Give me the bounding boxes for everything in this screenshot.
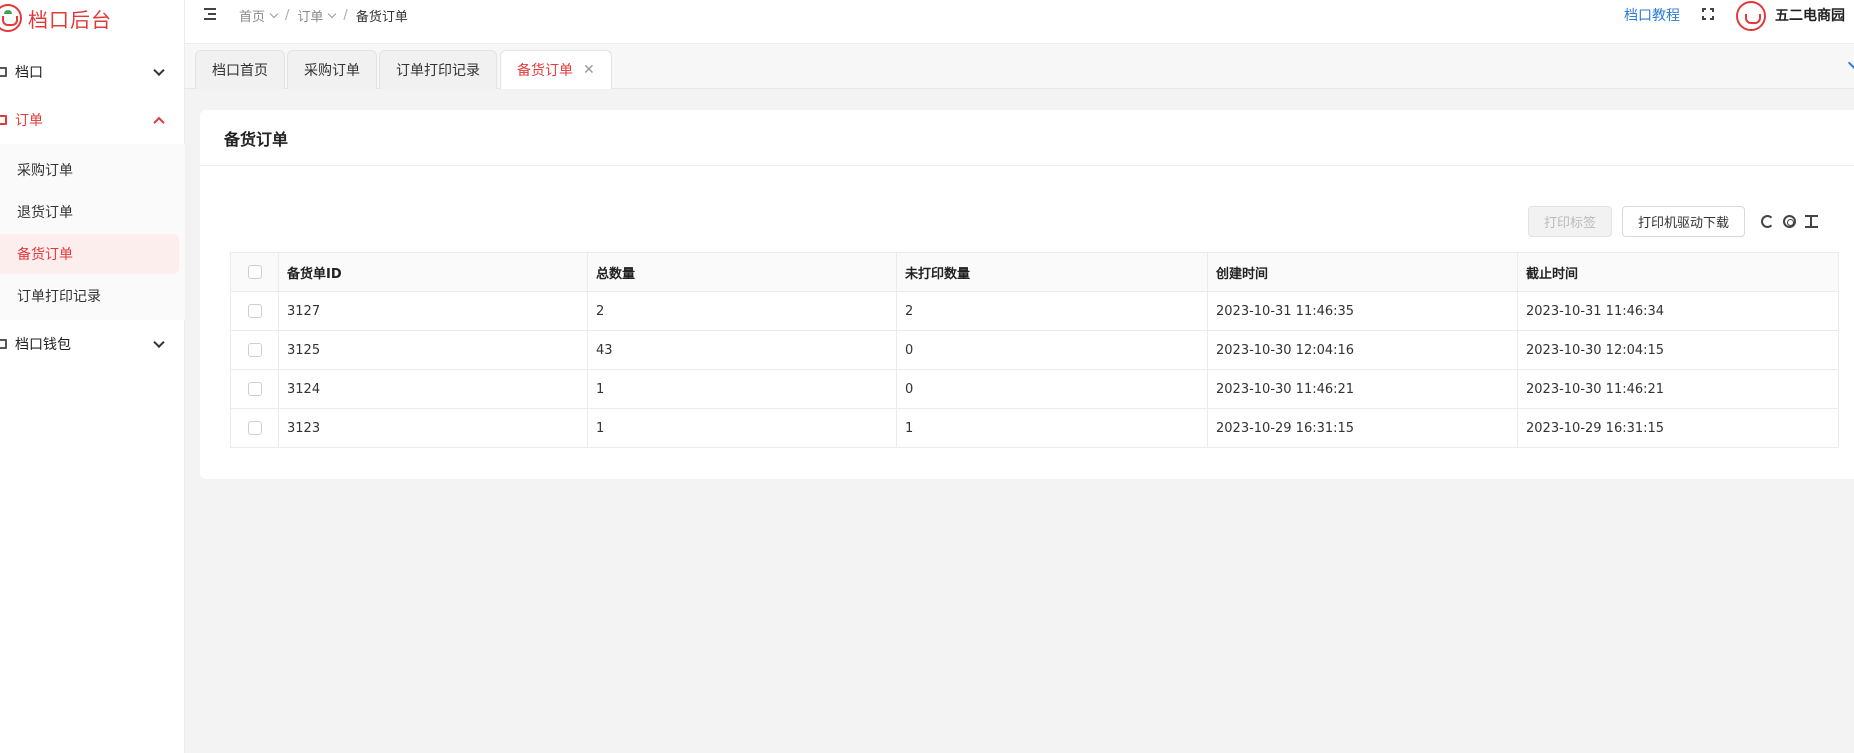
- user-name[interactable]: 五二电商园: [1775, 5, 1845, 25]
- chevron-down-icon: [328, 9, 337, 18]
- table-tool-icons: [1761, 215, 1819, 228]
- column-header-id: 备货单ID: [278, 252, 588, 292]
- settings-gear-icon[interactable]: [1783, 215, 1797, 228]
- fullscreen-icon[interactable]: [1702, 8, 1714, 20]
- breadcrumb-current: 备货订单: [355, 10, 408, 25]
- tab-purchase-orders[interactable]: 采购订单: [287, 50, 377, 89]
- sidebar-group-label: 订单: [15, 113, 43, 129]
- row-select-cell: [230, 330, 279, 370]
- column-header-total: 总数量: [587, 252, 897, 292]
- tabs-more-icon[interactable]: [1847, 55, 1854, 71]
- breadcrumb-separator: /: [285, 8, 290, 23]
- monitor-icon: [0, 339, 7, 349]
- row-checkbox[interactable]: [247, 304, 262, 318]
- sidebar-submenu-orders: 采购订单 退货订单 备货订单 订单打印记录: [0, 144, 185, 320]
- sidebar-group-label: 档口钱包: [15, 337, 71, 353]
- tab-print-records[interactable]: 订单打印记录: [379, 50, 497, 89]
- help-tutorial-link[interactable]: 档口教程: [1624, 5, 1680, 25]
- cell-total: 1: [587, 408, 897, 448]
- cell-total: 1: [587, 369, 897, 409]
- cell-id: 3125: [278, 330, 588, 370]
- logo-icon: [0, 4, 22, 32]
- row-select-cell: [230, 408, 279, 448]
- table-row[interactable]: 3127 2 2 2023-10-31 11:46:35 2023-10-31 …: [230, 291, 1839, 331]
- sidebar-group-orders[interactable]: 订单: [0, 96, 185, 144]
- print-label-button[interactable]: 打印标签: [1528, 206, 1613, 237]
- cell-deadline: 2023-10-30 12:04:15: [1517, 330, 1839, 370]
- chevron-down-icon: [269, 9, 279, 18]
- breadcrumb-label: 首页: [239, 10, 266, 25]
- column-header-unprinted: 未打印数量: [896, 252, 1208, 292]
- cell-id: 3124: [278, 369, 588, 409]
- breadcrumb: 首页 / 订单 / 备货订单: [239, 6, 408, 25]
- app-logo[interactable]: 档口后台: [0, 2, 112, 34]
- app-title: 档口后台: [28, 7, 112, 32]
- sidebar-group-wallet[interactable]: 档口钱包: [0, 320, 185, 368]
- sidebar-group-stall[interactable]: 档口: [0, 48, 185, 96]
- sidebar-item-stock-orders[interactable]: 备货订单: [0, 234, 179, 274]
- stock-orders-table: 备货单ID 总数量 未打印数量 创建时间 截止时间 3127 2 2 2023-…: [230, 252, 1839, 448]
- monitor-icon: [0, 67, 7, 77]
- cell-created: 2023-10-31 11:46:35: [1207, 291, 1518, 331]
- cell-unprinted: 1: [896, 408, 1208, 448]
- row-select-cell: [230, 291, 279, 331]
- cell-created: 2023-10-30 11:46:21: [1207, 369, 1518, 409]
- tab-label: 备货订单: [517, 63, 573, 79]
- cell-deadline: 2023-10-31 11:46:34: [1517, 291, 1839, 331]
- breadcrumb-separator: /: [343, 8, 348, 23]
- sidebar-item-print-records[interactable]: 订单打印记录: [0, 276, 179, 316]
- cell-id: 3123: [278, 408, 588, 448]
- table-toolbar: 打印标签 打印机驱动下载: [1528, 206, 1819, 237]
- cell-unprinted: 0: [896, 330, 1208, 370]
- cell-unprinted: 0: [896, 369, 1208, 409]
- stock-orders-card: 备货订单 打印标签 打印机驱动下载 备货单ID 总数量 未打印数量 创建时间 截…: [200, 110, 1854, 479]
- row-select-cell: [230, 369, 279, 409]
- tab-label: 采购订单: [304, 63, 360, 79]
- chevron-down-icon: [153, 64, 165, 77]
- cell-created: 2023-10-30 12:04:16: [1207, 330, 1518, 370]
- printer-driver-download-button[interactable]: 打印机驱动下载: [1622, 206, 1746, 237]
- column-header-deadline: 截止时间: [1517, 252, 1839, 292]
- table-row[interactable]: 3124 1 0 2023-10-30 11:46:21 2023-10-30 …: [230, 369, 1839, 409]
- table-row[interactable]: 3125 43 0 2023-10-30 12:04:16 2023-10-30…: [230, 330, 1839, 370]
- select-all-checkbox[interactable]: [247, 265, 262, 279]
- cell-unprinted: 2: [896, 291, 1208, 331]
- chevron-up-icon: [153, 116, 165, 129]
- row-checkbox[interactable]: [247, 343, 262, 357]
- table-row[interactable]: 3123 1 1 2023-10-29 16:31:15 2023-10-29 …: [230, 408, 1839, 448]
- select-all-cell: [230, 252, 279, 292]
- cell-total: 43: [587, 330, 897, 370]
- sidebar-group-label: 档口: [15, 65, 43, 81]
- sidebar-item-return-orders[interactable]: 退货订单: [0, 192, 179, 232]
- close-icon[interactable]: ✕: [583, 63, 595, 77]
- row-height-icon[interactable]: [1805, 215, 1819, 228]
- cell-total: 2: [587, 291, 897, 331]
- sidebar-menu: 档口 订单 采购订单 退货订单 备货订单 订单打印记录 档口钱包: [0, 48, 185, 368]
- breadcrumb-label: 订单: [297, 10, 324, 25]
- row-checkbox[interactable]: [247, 382, 262, 396]
- table-header-row: 备货单ID 总数量 未打印数量 创建时间 截止时间: [230, 252, 1839, 292]
- cell-id: 3127: [278, 291, 588, 331]
- user-avatar[interactable]: [1736, 1, 1766, 31]
- chevron-down-icon: [153, 336, 165, 349]
- cell-deadline: 2023-10-30 11:46:21: [1517, 369, 1839, 409]
- page-tabs-bar: 档口首页 采购订单 订单打印记录 备货订单 ✕: [185, 44, 1854, 89]
- reload-icon[interactable]: [1761, 215, 1775, 228]
- sidebar: 档口后台 档口 订单 采购订单 退货订单 备货订单 订单打印记录 档口钱包: [0, 0, 185, 753]
- top-header: 首页 / 订单 / 备货订单 档口教程 五二电商园: [185, 0, 1854, 44]
- breadcrumb-home[interactable]: 首页: [239, 6, 279, 25]
- cell-created: 2023-10-29 16:31:15: [1207, 408, 1518, 448]
- sidebar-item-purchase-orders[interactable]: 采购订单: [0, 150, 179, 190]
- breadcrumb-orders[interactable]: 订单: [297, 6, 337, 25]
- monitor-icon: [0, 115, 7, 125]
- tab-stall-home[interactable]: 档口首页: [195, 50, 285, 89]
- cell-deadline: 2023-10-29 16:31:15: [1517, 408, 1839, 448]
- column-header-created: 创建时间: [1207, 252, 1518, 292]
- row-checkbox[interactable]: [247, 421, 262, 435]
- tab-label: 档口首页: [212, 63, 268, 79]
- menu-collapse-icon[interactable]: [204, 8, 218, 20]
- tab-label: 订单打印记录: [396, 63, 480, 79]
- page-title: 备货订单: [200, 110, 1854, 166]
- tab-stock-orders[interactable]: 备货订单 ✕: [500, 50, 612, 89]
